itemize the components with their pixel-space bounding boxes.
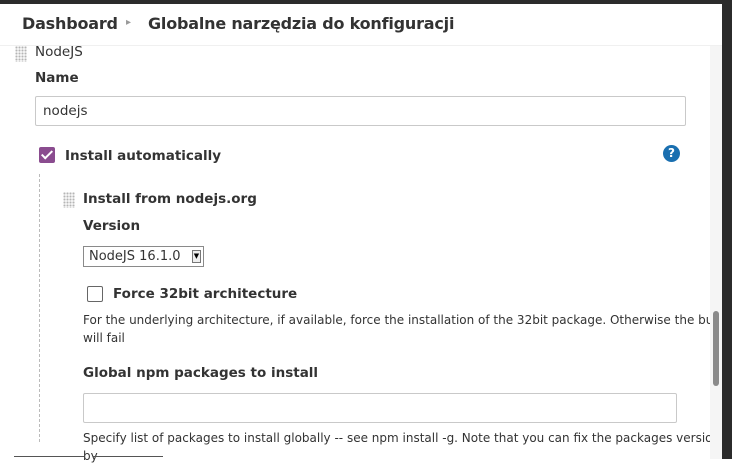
breadcrumb-global-tools-link[interactable]: Globalne narzędzia do konfiguracji: [148, 14, 454, 33]
help-icon[interactable]: ?: [663, 145, 680, 162]
force-32bit-checkbox[interactable]: [87, 286, 103, 302]
scrollbar-thumb[interactable]: [713, 311, 719, 386]
npm-packages-label: Global npm packages to install: [83, 365, 319, 381]
section-title: NodeJS: [35, 44, 83, 60]
chevron-down-icon: ▼: [192, 250, 201, 263]
force-32bit-description-line2: will fail: [83, 331, 125, 345]
drag-handle-icon[interactable]: [15, 46, 27, 62]
version-label: Version: [83, 218, 141, 234]
install-automatically-checkbox[interactable]: [39, 147, 55, 163]
force-32bit-label: Force 32bit architecture: [113, 286, 298, 302]
scrollbar-track[interactable]: [710, 46, 722, 459]
installer-indent-line: [39, 174, 40, 442]
name-input[interactable]: nodejs: [35, 96, 686, 126]
install-automatically-label: Install automatically: [65, 148, 222, 164]
force-32bit-description-line1: For the underlying architecture, if avai…: [83, 313, 728, 327]
window-edge: [722, 0, 732, 459]
installer-title: Install from nodejs.org: [83, 191, 257, 207]
npm-packages-input[interactable]: [83, 393, 677, 423]
version-select[interactable]: NodeJS 16.1.0 ▼: [83, 246, 204, 267]
breadcrumb: Dashboard ▸ Globalne narzędzia do konfig…: [0, 4, 722, 46]
name-label: Name: [35, 70, 79, 86]
installer-drag-handle-icon[interactable]: [63, 192, 75, 208]
breadcrumb-separator-icon[interactable]: ▸: [126, 17, 131, 28]
npm-packages-description: Specify list of packages to install glob…: [83, 431, 721, 463]
version-select-value: NodeJS 16.1.0: [89, 249, 181, 264]
breadcrumb-dashboard-link[interactable]: Dashboard: [22, 14, 118, 33]
